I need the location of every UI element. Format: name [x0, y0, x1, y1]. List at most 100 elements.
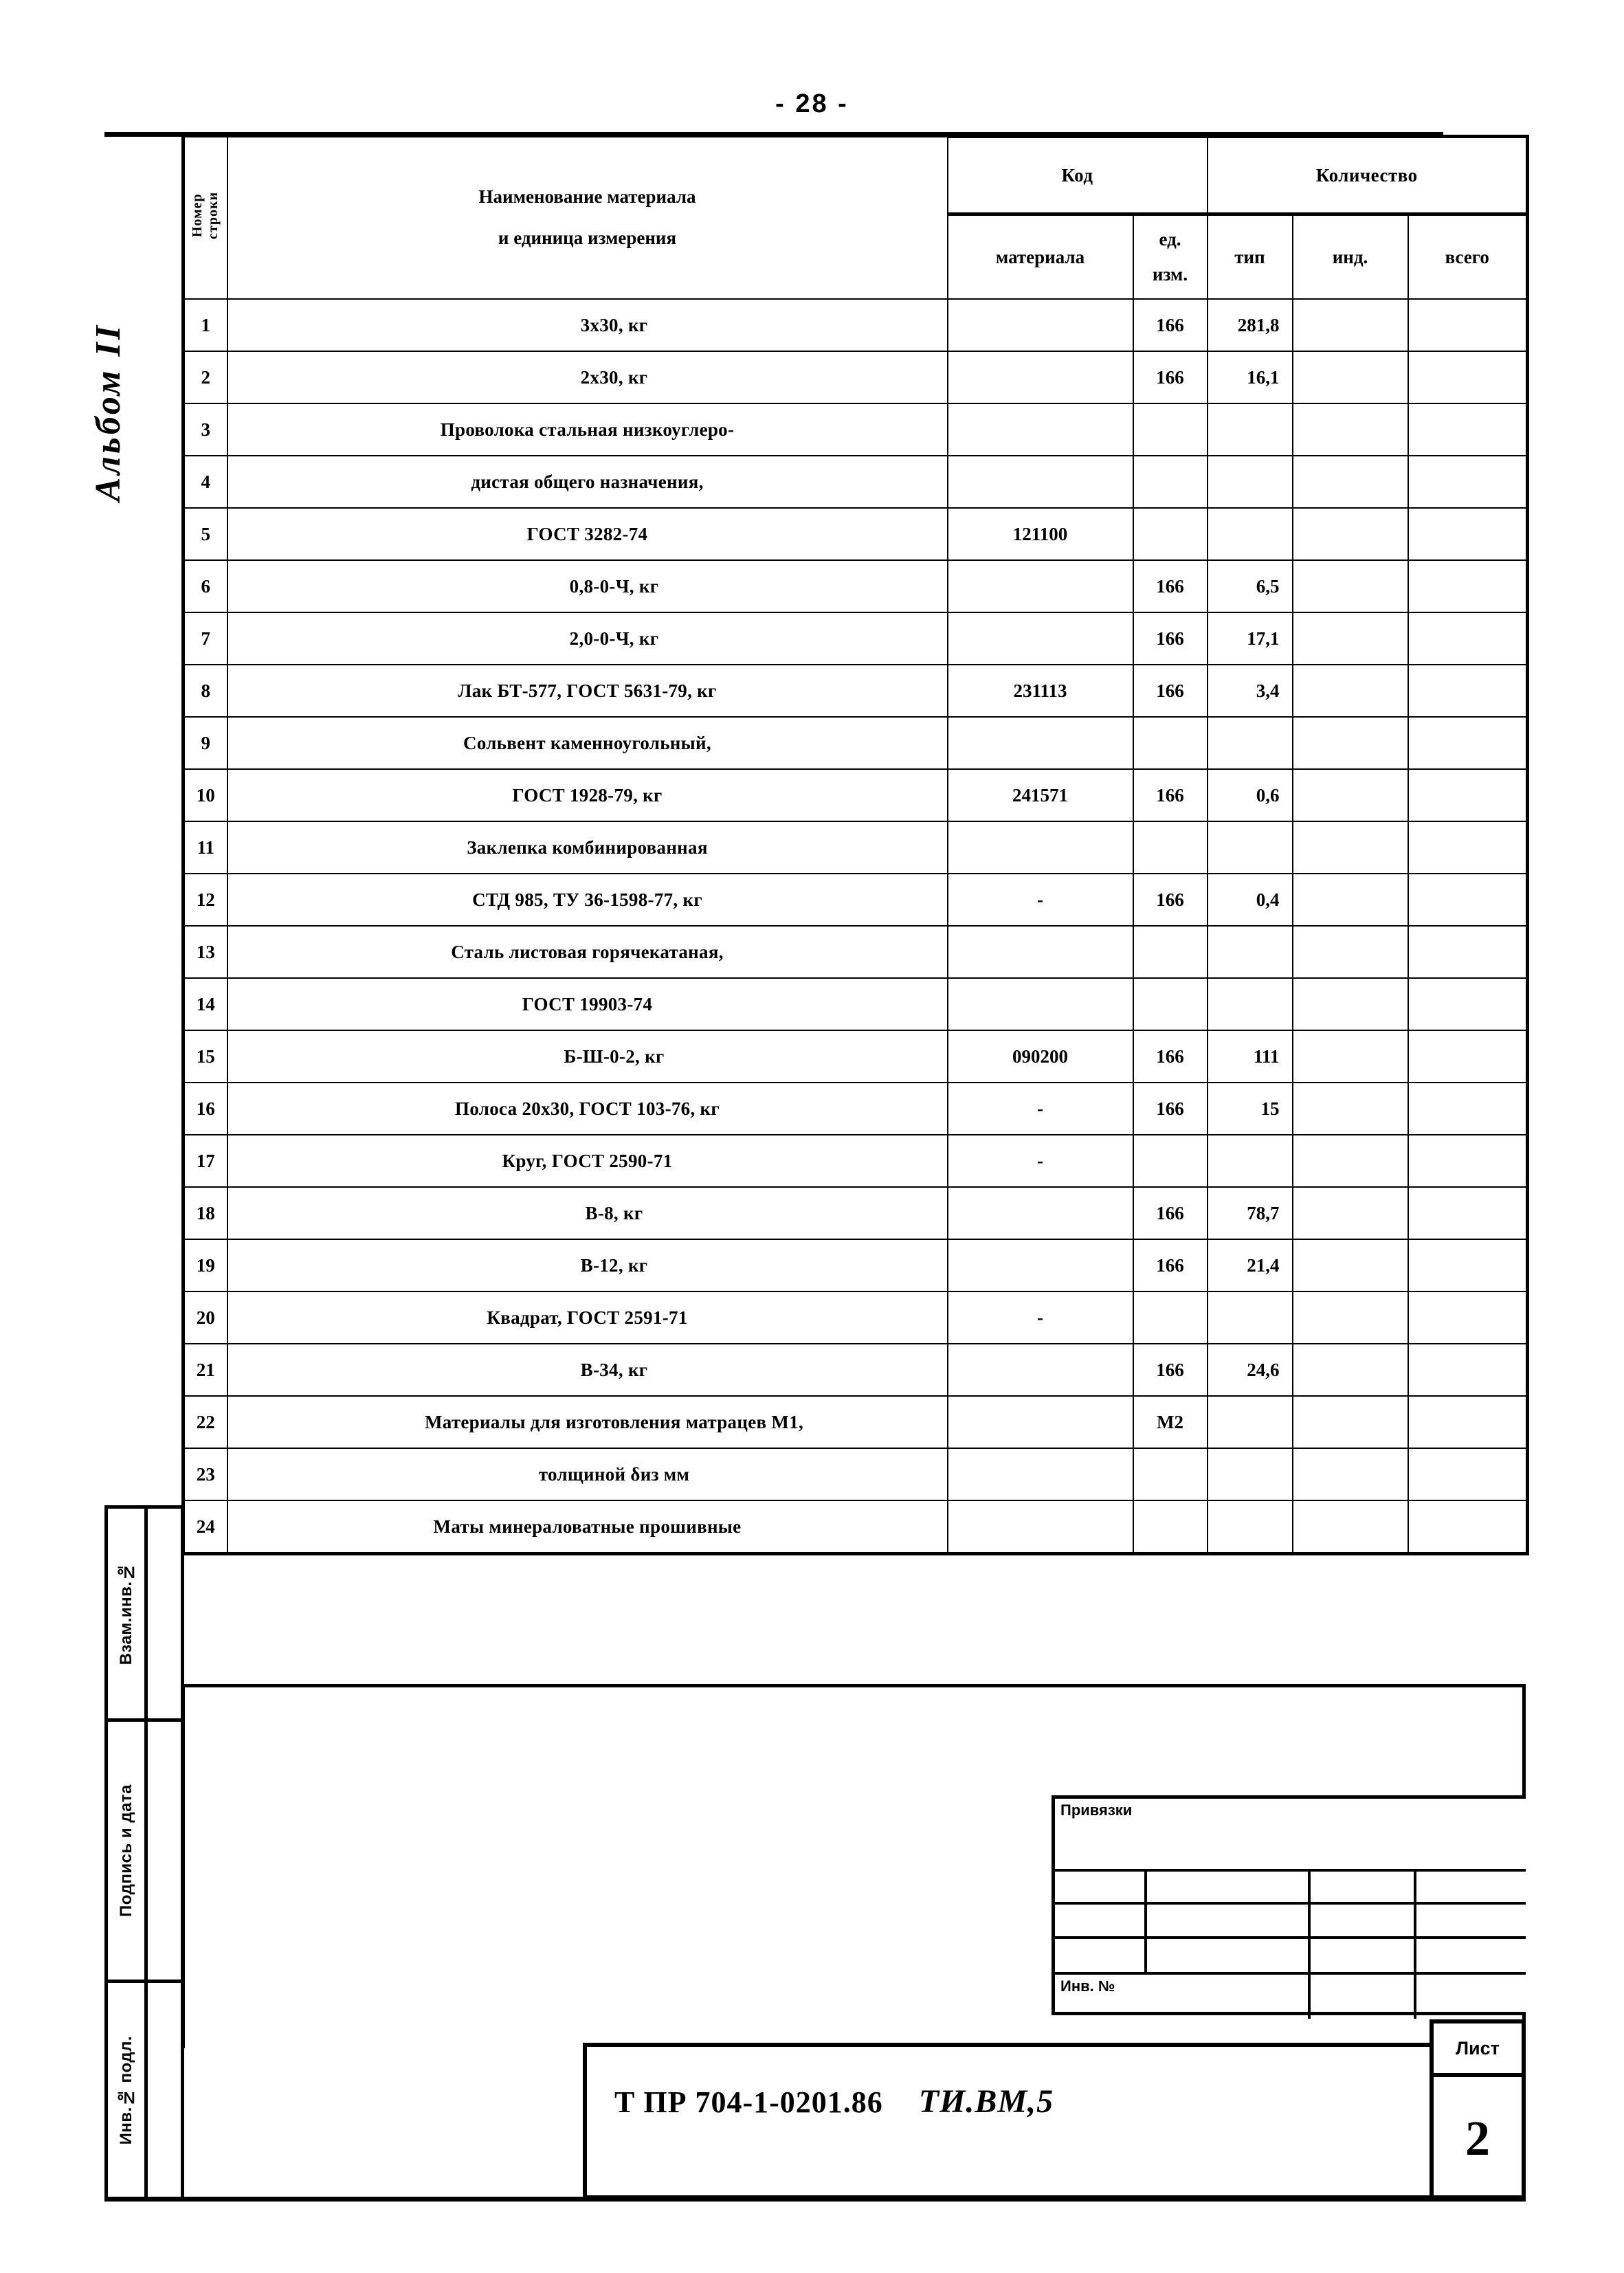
table-cell-row-number: 3 [181, 403, 228, 456]
table-header-row-1: Номер строки Наименование материала и ед… [181, 135, 1529, 300]
table-cell-row-number: 22 [181, 1395, 228, 1449]
table-cell-qty-total [1407, 455, 1529, 509]
table-row: 2 2х30, кг 166 16,1 [181, 351, 1529, 404]
table-cell-qty-ind [1291, 925, 1409, 979]
binding-cell-r2c1[interactable] [1055, 1905, 1147, 1939]
table-cell-row-number: 18 [181, 1186, 228, 1240]
table-row: 16 Полоса 20х30, ГОСТ 103-76, кг -166 15 [181, 1082, 1529, 1135]
material-table: Номер строки Наименование материала и ед… [181, 135, 1529, 1555]
frame-bottom-rule [104, 2197, 1526, 2202]
table-cell-code-unit: 166 [1132, 1186, 1208, 1240]
binding-inv-cell-2[interactable] [1416, 1975, 1526, 2019]
sheet-number: 2 [1465, 2110, 1490, 2166]
table-cell-qty-total [1407, 351, 1529, 404]
table-cell-material-name: 2,0-0-Ч, кг [226, 612, 948, 665]
table-cell-code-material [946, 1186, 1134, 1240]
table-cell-qty-type [1206, 1448, 1293, 1501]
table-cell-code-material [946, 298, 1134, 352]
table-row: 19 В-12, кг 166 21,4 [181, 1239, 1529, 1292]
header-qty-ind: инд. [1291, 212, 1409, 300]
table-cell-code-material: - [946, 1291, 1134, 1344]
side-stamp-column: Взам.инв.№ Подпись и дата Инв.№ подл. [104, 1505, 188, 2201]
table-cell-row-number: 1 [181, 298, 228, 352]
table-cell-qty-total [1407, 1134, 1529, 1188]
table-row: 4 дистая общего назначения, [181, 455, 1529, 509]
table-cell-qty-total [1407, 768, 1529, 822]
table-cell-qty-ind [1291, 1082, 1409, 1135]
document-mark: ТИ.ВМ,5 [918, 2083, 1054, 2120]
table-cell-row-number: 23 [181, 1448, 228, 1501]
table-cell-code-material [946, 1395, 1134, 1449]
table-cell-material-name: Сталь листовая горячекатаная, [226, 925, 948, 979]
binding-cell-r1c2[interactable] [1147, 1872, 1311, 1905]
table-cell-qty-ind [1291, 403, 1409, 456]
table-cell-qty-ind [1291, 1500, 1409, 1555]
table-cell-row-number: 19 [181, 1239, 228, 1292]
table-row: 14 ГОСТ 19903-74 [181, 977, 1529, 1031]
binding-inv-cell-1[interactable] [1311, 1975, 1416, 2019]
table-cell-qty-type: 3,4 [1206, 664, 1293, 718]
binding-cell-r1c4[interactable] [1416, 1872, 1526, 1905]
table-row: 23 толщиной δиз мм [181, 1448, 1529, 1501]
table-cell-code-unit [1132, 1291, 1208, 1344]
table-cell-qty-type: 15 [1206, 1082, 1293, 1135]
table-row: 7 2,0-0-Ч, кг 166 17,1 [181, 612, 1529, 665]
binding-cell-r1c1[interactable] [1055, 1872, 1147, 1905]
table-cell-qty-total [1407, 559, 1529, 613]
table-cell-qty-total [1407, 1448, 1529, 1501]
drawing-sheet: - 28 - Альбом II Номер строки Наименован… [0, 0, 1624, 2273]
table-cell-qty-ind [1291, 1395, 1409, 1449]
table-row: 22 Материалы для изготовления матрацев М1… [181, 1395, 1529, 1449]
table-cell-code-unit: 166 [1132, 873, 1208, 927]
table-cell-qty-total [1407, 873, 1529, 927]
table-row: 10 ГОСТ 1928-79, кг 241571 166 0,6 [181, 768, 1529, 822]
table-row: 11 Заклепка комбинированная [181, 821, 1529, 874]
table-cell-qty-type [1206, 1395, 1293, 1449]
binding-cell-r3c4[interactable] [1416, 1939, 1526, 1975]
binding-cell-r3c3[interactable] [1311, 1939, 1416, 1975]
binding-cell-r3c2[interactable] [1147, 1939, 1311, 1975]
table-cell-qty-type: 0,6 [1206, 768, 1293, 822]
table-cell-row-number: 8 [181, 664, 228, 718]
table-cell-qty-ind [1291, 873, 1409, 927]
table-cell-code-unit: 166 [1132, 1239, 1208, 1292]
table-cell-code-unit [1132, 455, 1208, 509]
title-block-strip: Т ПР 704-1-0201.86 ТИ.ВМ,5 [583, 2043, 1526, 2199]
table-cell-code-unit [1132, 1134, 1208, 1188]
table-cell-code-material: 090200 [946, 1030, 1134, 1083]
table-cell-qty-type [1206, 1291, 1293, 1344]
table-cell-code-material [946, 1500, 1134, 1555]
table-cell-code-material: - [946, 873, 1134, 927]
binding-cell-r1c3[interactable] [1311, 1872, 1416, 1905]
table-cell-row-number: 15 [181, 1030, 228, 1083]
table-cell-material-name: В-8, кг [226, 1186, 948, 1240]
binding-cell-r2c3[interactable] [1311, 1905, 1416, 1939]
table-cell-row-number: 5 [181, 507, 228, 561]
table-cell-qty-ind [1291, 507, 1409, 561]
side-stamp-label-inv: Инв.№ подл. [108, 1983, 148, 2197]
table-cell-qty-ind [1291, 351, 1409, 404]
table-cell-qty-ind [1291, 1291, 1409, 1344]
table-cell-row-number: 20 [181, 1291, 228, 1344]
table-cell-qty-total [1407, 716, 1529, 770]
table-row: 24 Маты минераловатные прошивные [181, 1500, 1529, 1555]
binding-cell-r3c1[interactable] [1055, 1939, 1147, 1975]
table-cell-qty-ind [1291, 1343, 1409, 1397]
table-row: 21 В-34, кг 166 24,6 [181, 1343, 1529, 1397]
table-cell-material-name: Сольвент каменноугольный, [226, 716, 948, 770]
binding-cell-r2c2[interactable] [1147, 1905, 1311, 1939]
table-cell-code-material [946, 1343, 1134, 1397]
table-cell-code-unit [1132, 821, 1208, 874]
table-cell-qty-total [1407, 1082, 1529, 1135]
binding-cell-r2c4[interactable] [1416, 1905, 1526, 1939]
header-qty-type: тип [1206, 212, 1293, 300]
table-cell-row-number: 13 [181, 925, 228, 979]
table-cell-qty-type: 24,6 [1206, 1343, 1293, 1397]
table-cell-qty-type: 21,4 [1206, 1239, 1293, 1292]
table-cell-code-unit [1132, 1500, 1208, 1555]
table-cell-code-unit [1132, 977, 1208, 1031]
table-cell-code-material: - [946, 1082, 1134, 1135]
table-cell-material-name: 3х30, кг [226, 298, 948, 352]
table-cell-code-unit [1132, 1448, 1208, 1501]
table-cell-qty-type [1206, 821, 1293, 874]
